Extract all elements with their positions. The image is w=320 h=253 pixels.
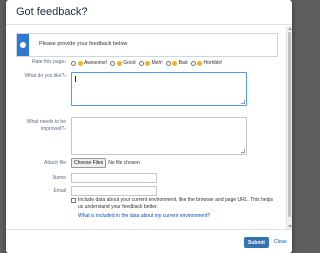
radio-button[interactable] [138, 60, 144, 66]
rating-options: Awesome! Good Meh! Bad Horrible! [71, 59, 225, 67]
feedback-dialog: Got feedback? Please provide your feedba… [6, 0, 292, 253]
scroll-up-icon[interactable] [288, 27, 292, 30]
name-label: Name [52, 175, 66, 181]
environment-info-link[interactable]: What is included in the data about my cu… [78, 213, 210, 219]
info-strip [17, 34, 29, 56]
file-input: Choose Files No file chosen [71, 158, 140, 168]
email-label: Email [53, 188, 66, 194]
radio-button[interactable] [190, 60, 196, 66]
radio-button[interactable] [71, 60, 76, 66]
rating-option-good[interactable]: Good [110, 60, 136, 66]
resize-handle[interactable] [241, 149, 245, 153]
rating-option-label: Meh! [151, 60, 163, 66]
rating-option-awesome[interactable]: Awesome! [71, 60, 107, 66]
no-file-text: No file chosen [108, 160, 140, 166]
resize-handle[interactable] [241, 100, 245, 104]
submit-button[interactable]: Submit [244, 237, 269, 248]
dialog-title: Got feedback? [16, 6, 88, 18]
like-textarea[interactable] [71, 72, 247, 106]
close-button[interactable]: Close [274, 239, 287, 245]
rating-label: Rate this page* [31, 59, 66, 65]
angry-face-icon [197, 60, 203, 66]
rating-option-bad[interactable]: Bad [165, 60, 188, 66]
info-message-box: Please provide your feedback below [16, 33, 278, 57]
radio-button[interactable] [110, 60, 116, 66]
smiley-icon [116, 60, 122, 66]
info-icon [20, 42, 26, 48]
rating-option-label: Bad [178, 60, 188, 66]
sad-face-icon [172, 60, 178, 66]
improve-label: What needs to be improved?* [26, 119, 66, 132]
dialog-header: Got feedback? [6, 0, 292, 25]
choose-files-button[interactable]: Choose Files [71, 158, 107, 168]
rating-option-meh[interactable]: Meh! [138, 60, 163, 66]
rating-option-label: Good [123, 60, 136, 66]
neutral-face-icon [145, 60, 150, 66]
name-input[interactable] [71, 173, 157, 183]
smiley-icon [77, 60, 83, 66]
dialog-scrollbar[interactable] [286, 26, 292, 229]
rating-option-label: Awesome! [84, 60, 108, 66]
include-environment-checkbox[interactable] [71, 198, 76, 203]
rating-option-horrible[interactable]: Horrible! [190, 60, 223, 66]
rating-option-label: Horrible! [203, 60, 223, 66]
like-label: What do you like?* [24, 73, 66, 79]
improve-textarea[interactable] [71, 117, 247, 155]
environment-description: Include data about your current environm… [78, 197, 274, 210]
attach-label: Attach file [44, 160, 66, 166]
scroll-thumb[interactable] [288, 32, 291, 217]
radio-button[interactable] [165, 60, 171, 66]
dialog-footer: Submit Close [6, 229, 292, 253]
scroll-down-icon[interactable] [288, 225, 292, 228]
info-message: Please provide your feedback below [39, 41, 128, 47]
email-input[interactable] [71, 186, 157, 196]
dialog-body: Please provide your feedback below Rate … [6, 26, 284, 229]
text-caret [75, 76, 76, 82]
